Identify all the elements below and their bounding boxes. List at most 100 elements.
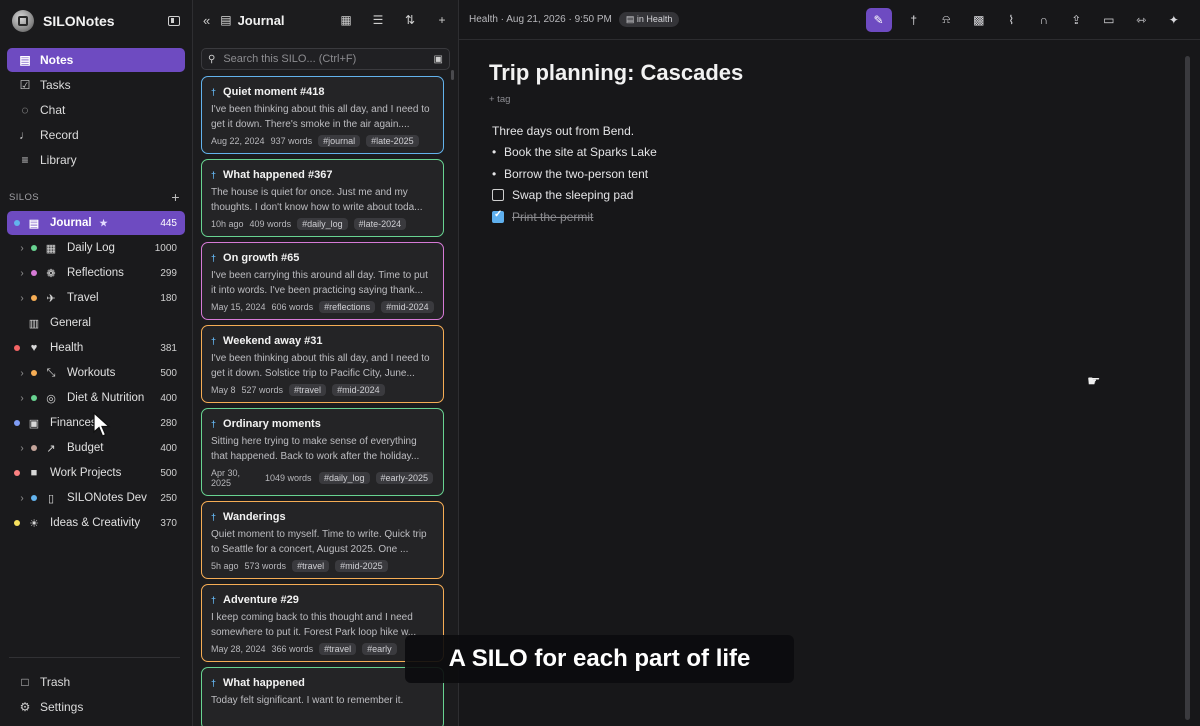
- silo-item-travel[interactable]: › ✈ Travel 180: [7, 286, 185, 310]
- note-card-preview: I've been thinking about this all day, a…: [211, 353, 430, 379]
- silo-item-silonotes-dev[interactable]: › ▯ SILONotes Dev 250: [7, 486, 185, 510]
- nav-item-library[interactable]: ≡ Library: [7, 148, 185, 172]
- silo-item-work-projects[interactable]: ■ Work Projects 500: [7, 461, 185, 485]
- doc-line-todo[interactable]: Swap the sleeping pad: [489, 185, 743, 207]
- list-view-icon[interactable]: ☰: [372, 13, 384, 27]
- note-title[interactable]: Trip planning: Cascades: [489, 60, 743, 86]
- paperclip-icon[interactable]: ⌇: [995, 8, 1028, 32]
- full-width-icon[interactable]: ⇿: [1125, 8, 1158, 32]
- new-note-icon[interactable]: +: [436, 13, 448, 27]
- silo-item-ideas-and-creativity[interactable]: ☀ Ideas & Creativity 370: [7, 511, 185, 535]
- nav-item-label: Notes: [40, 53, 74, 67]
- pin-icon[interactable]: †: [211, 87, 216, 97]
- doc-line-bullet[interactable]: • Book the site at Sparks Lake: [489, 142, 743, 164]
- move-folder-icon[interactable]: ▭: [1093, 8, 1126, 32]
- nav-item-trash[interactable]: □ Trash: [7, 670, 185, 694]
- ai-sparkle-icon[interactable]: ✦: [1158, 8, 1191, 32]
- editor-toolbar: Health · Aug 21, 2026 · 9:50 PM ▤ in Hea…: [459, 0, 1200, 40]
- chevron-right-icon[interactable]: ›: [17, 243, 27, 254]
- tag-chip[interactable]: #daily_log: [319, 472, 370, 484]
- bell-icon[interactable]: ⍾: [930, 8, 963, 32]
- silo-item-daily-log[interactable]: › ▦ Daily Log 1000: [7, 236, 185, 260]
- tag-chip[interactable]: #early: [362, 643, 397, 655]
- note-card[interactable]: † On growth #65 I've been carrying this ar…: [201, 242, 444, 320]
- chevron-right-icon[interactable]: ›: [17, 293, 27, 304]
- pin-icon[interactable]: †: [898, 8, 931, 32]
- collapse-sidebar-icon[interactable]: [168, 16, 180, 26]
- silo-item-diet-and-nutrition[interactable]: › ◎ Diet & Nutrition 400: [7, 386, 185, 410]
- tag-chip[interactable]: #daily_log: [297, 218, 348, 230]
- pin-icon[interactable]: †: [211, 419, 216, 429]
- tag-chip[interactable]: #early-2025: [375, 472, 434, 484]
- chevron-right-icon[interactable]: ›: [17, 393, 27, 404]
- note-card[interactable]: † Ordinary moments Sitting here trying to …: [201, 408, 444, 496]
- star-icon[interactable]: ★: [100, 218, 108, 229]
- headphones-icon[interactable]: ∩: [1028, 8, 1061, 32]
- nav-item-chat[interactable]: ◌ Chat: [7, 98, 185, 122]
- sidebar-bottom-nav: □ Trash ⚙ Settings: [7, 670, 185, 720]
- silo-item-reflections[interactable]: › ❁ Reflections 299: [7, 261, 185, 285]
- silo-item-budget[interactable]: › ↗ Budget 400: [7, 436, 185, 460]
- tag-chip[interactable]: #mid-2024: [381, 301, 434, 313]
- note-card[interactable]: † Wanderings Quiet moment to myself. Time …: [201, 501, 444, 579]
- share-icon[interactable]: ⇪: [1060, 8, 1093, 32]
- silo-badge[interactable]: ▤ in Health: [618, 12, 680, 27]
- chevron-right-icon[interactable]: ›: [17, 268, 27, 279]
- note-card-title: Quiet moment #418: [223, 86, 325, 98]
- note-card[interactable]: † Quiet moment #418 I've been thinking abo…: [201, 76, 444, 154]
- doc-line-text[interactable]: Three days out from Bend.: [489, 120, 743, 142]
- silo-item-general[interactable]: ▥ General: [7, 311, 185, 335]
- pin-icon[interactable]: †: [211, 595, 216, 605]
- tag-chip[interactable]: #late-2025: [366, 135, 419, 147]
- add-tag-button[interactable]: + tag: [489, 94, 743, 105]
- note-card-preview: Sitting here trying to make sense of eve…: [211, 436, 420, 462]
- tag-chip[interactable]: #mid-2024: [332, 384, 385, 396]
- pin-icon[interactable]: †: [211, 336, 216, 346]
- tag-chip[interactable]: #travel: [319, 643, 357, 655]
- thought-icon: ❁: [46, 267, 56, 280]
- tag-chip[interactable]: #mid-2025: [335, 560, 388, 572]
- silo-item-journal[interactable]: ▤ Journal ★ 445: [7, 211, 185, 235]
- sort-icon[interactable]: ⇅: [404, 13, 416, 27]
- pin-icon[interactable]: †: [211, 512, 216, 522]
- doc-line-bullet[interactable]: • Borrow the two-person tent: [489, 163, 743, 185]
- silo-item-health[interactable]: ♥ Health 381: [7, 336, 185, 360]
- card-view-icon[interactable]: ▦: [340, 13, 352, 27]
- note-card[interactable]: † What happened #367 The house is quiet fo…: [201, 159, 444, 237]
- pin-icon[interactable]: †: [211, 170, 216, 180]
- collapse-notes-icon[interactable]: «: [203, 13, 210, 28]
- nav-item-label: Trash: [40, 675, 71, 689]
- silo-item-workouts[interactable]: › ⤡ Workouts 500: [7, 361, 185, 385]
- tag-chip[interactable]: #late-2024: [353, 218, 407, 230]
- search-options-icon[interactable]: ▣: [434, 54, 443, 65]
- nav-item-settings[interactable]: ⚙ Settings: [7, 695, 185, 719]
- smartphone-icon: ▯: [47, 492, 55, 505]
- tag-chip[interactable]: #travel: [292, 560, 330, 572]
- add-silo-button[interactable]: +: [171, 189, 180, 205]
- chevron-right-icon[interactable]: ›: [17, 443, 27, 454]
- nav-item-tasks[interactable]: ☑ Tasks: [7, 73, 185, 97]
- chevron-right-icon[interactable]: ›: [17, 493, 27, 504]
- silo-color-dot: [14, 420, 20, 426]
- tag-chip[interactable]: #travel: [289, 384, 327, 396]
- pin-icon[interactable]: †: [211, 253, 216, 263]
- editor-scrollbar[interactable]: [1185, 56, 1190, 720]
- checked-checkbox[interactable]: [492, 209, 504, 223]
- checkbox[interactable]: [492, 189, 504, 202]
- nav-item-record[interactable]: ♩ Record: [7, 123, 185, 147]
- note-body[interactable]: Three days out from Bend. • Book the site …: [489, 120, 743, 228]
- note-card[interactable]: † Weekend away #31 I've been thinking abou…: [201, 325, 444, 403]
- edit-pencil-icon[interactable]: ✎: [865, 7, 892, 32]
- chevron-right-icon[interactable]: ›: [17, 368, 27, 379]
- tag-chip[interactable]: #reflections: [319, 301, 376, 313]
- nav-item-notes[interactable]: ▤ Notes: [7, 48, 185, 72]
- search-input[interactable]: [223, 53, 434, 65]
- doc-line-todo[interactable]: Print the permit: [489, 206, 743, 228]
- pin-icon[interactable]: †: [211, 678, 216, 688]
- nav-item-label: Settings: [40, 700, 84, 714]
- tag-chip[interactable]: #journal: [318, 135, 361, 147]
- search-bar[interactable]: ⚲ ▣: [201, 48, 450, 70]
- note-card-date: May 28, 2024: [211, 644, 266, 654]
- image-add-icon[interactable]: ▩: [963, 8, 996, 32]
- notes-scrollbar[interactable]: [451, 70, 454, 80]
